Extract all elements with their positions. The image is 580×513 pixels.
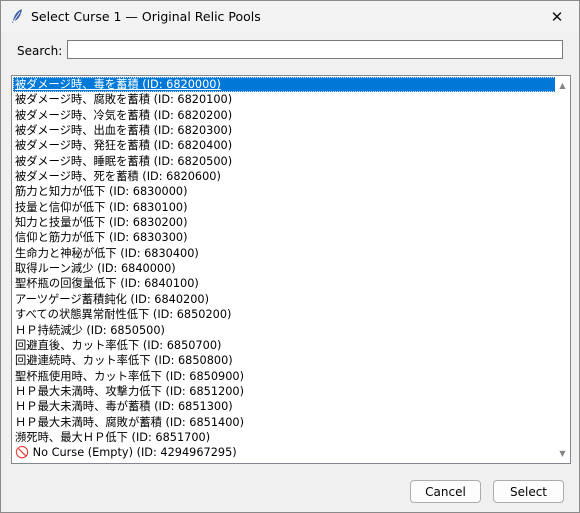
list-item[interactable]: 技量と信仰が低下 (ID: 6830100) (13, 200, 556, 215)
curse-list: 被ダメージ時、毒を蓄積 (ID: 6820000) 被ダメージ時、腐敗を蓄積 (I… (13, 77, 556, 462)
title-bar[interactable]: Select Curse 1 — Original Relic Pools ✕ (1, 1, 579, 32)
list-item[interactable]: 聖杯瓶使用時、カット率低下 (ID: 6850900) (13, 369, 556, 384)
scroll-down-arrow-icon[interactable]: ▼ (555, 446, 570, 461)
list-item[interactable]: 被ダメージ時、腐敗を蓄積 (ID: 6820100) (13, 92, 556, 107)
list-item[interactable]: 被ダメージ時、睡眠を蓄積 (ID: 6820500) (13, 154, 556, 169)
list-item[interactable]: アーツゲージ蓄積鈍化 (ID: 6840200) (13, 292, 556, 307)
close-icon: ✕ (550, 7, 564, 26)
list-item[interactable]: ＨＰ最大未満時、毒が蓄積 (ID: 6851300) (13, 399, 556, 414)
list-item[interactable]: 被ダメージ時、冷気を蓄積 (ID: 6820200) (13, 108, 556, 123)
list-item[interactable]: 聖杯瓶の回復量低下 (ID: 6840100) (13, 276, 556, 291)
list-item[interactable]: すべての状態異常耐性低下 (ID: 6850200) (13, 307, 556, 322)
list-item[interactable]: ＨＰ最大未満時、腐敗が蓄積 (ID: 6851400) (13, 415, 556, 430)
search-label: Search: (17, 44, 63, 58)
dialog-window: Select Curse 1 — Original Relic Pools ✕ … (0, 0, 580, 513)
list-item[interactable]: ＨＰ持続減少 (ID: 6850500) (13, 323, 556, 338)
list-item[interactable]: 被ダメージ時、発狂を蓄積 (ID: 6820400) (13, 138, 556, 153)
list-item[interactable]: 回避連続時、カット率低下 (ID: 6850800) (13, 353, 556, 368)
list-item[interactable]: 被ダメージ時、出血を蓄積 (ID: 6820300) (13, 123, 556, 138)
select-button[interactable]: Select (493, 480, 564, 503)
cancel-button[interactable]: Cancel (410, 480, 481, 503)
list-item[interactable]: 信仰と筋力が低下 (ID: 6830300) (13, 230, 556, 245)
curse-listbox[interactable]: 被ダメージ時、毒を蓄積 (ID: 6820000) 被ダメージ時、腐敗を蓄積 (I… (11, 75, 571, 464)
list-item[interactable]: 🚫 No Curse (Empty) (ID: 4294967295) (13, 445, 556, 460)
list-item[interactable]: 取得ルーン減少 (ID: 6840000) (13, 261, 556, 276)
window-title: Select Curse 1 — Original Relic Pools (31, 9, 261, 24)
feather-icon (12, 9, 22, 23)
list-item[interactable]: 知力と技量が低下 (ID: 6830200) (13, 215, 556, 230)
list-item[interactable]: ＨＰ最大未満時、攻撃力低下 (ID: 6851200) (13, 384, 556, 399)
list-item[interactable]: 被ダメージ時、毒を蓄積 (ID: 6820000) (13, 77, 556, 93)
search-input[interactable] (67, 40, 563, 59)
list-item[interactable]: 瀕死時、最大ＨＰ低下 (ID: 6851700) (13, 430, 556, 445)
scroll-up-arrow-icon[interactable]: ▲ (555, 78, 570, 93)
list-item[interactable]: 回避直後、カット率低下 (ID: 6850700) (13, 338, 556, 353)
list-item[interactable]: 被ダメージ時、死を蓄積 (ID: 6820600) (13, 169, 556, 184)
list-item[interactable]: 生命力と神秘が低下 (ID: 6830400) (13, 246, 556, 261)
close-button[interactable]: ✕ (535, 1, 579, 32)
vertical-scrollbar[interactable]: ▲ ▼ (555, 76, 570, 463)
list-item[interactable]: 筋力と知力が低下 (ID: 6830000) (13, 184, 556, 199)
